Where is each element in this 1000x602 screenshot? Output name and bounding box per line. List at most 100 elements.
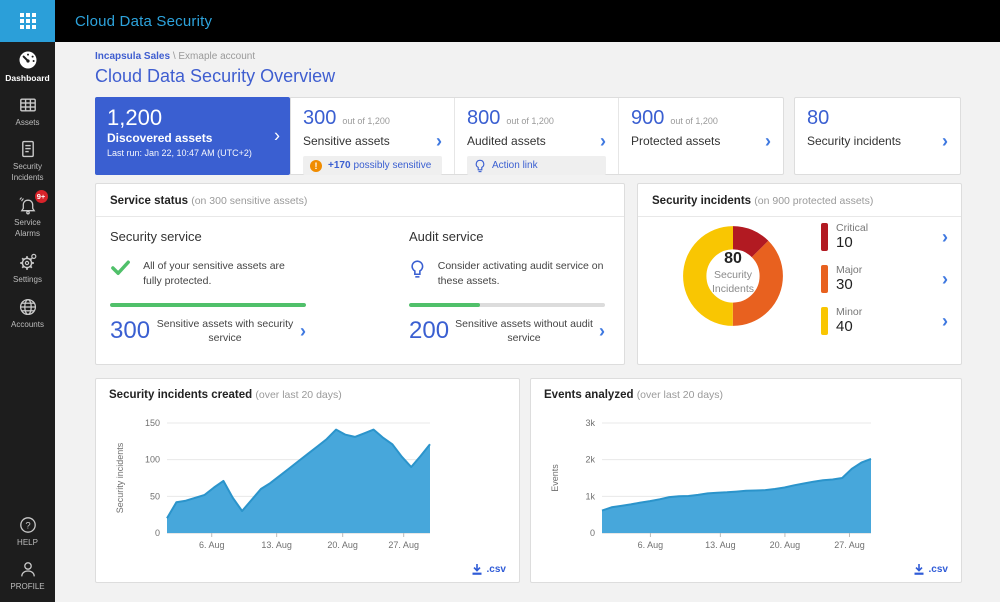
sensitive-label: Sensitive assets [303,134,390,148]
dashboard-gauge-icon [18,50,38,70]
breadcrumb-account-link[interactable]: Incapsula Sales [95,51,170,62]
service-status-header: Service status (on 300 sensitive assets) [96,184,624,207]
svg-text:20. Aug: 20. Aug [770,540,801,550]
possibly-sensitive-badge[interactable]: +170 possibly sensitive [303,156,442,175]
svg-text:13. Aug: 13. Aug [261,540,292,550]
service-status-title: Service status [110,195,188,207]
alarm-count-badge: 9+ [35,190,48,203]
sidebar-item-label: PROFILE [10,582,44,592]
app-launcher-button[interactable] [0,0,55,42]
security-service-count-label: Sensitive assets with security service [150,317,300,345]
sidebar-item-label: Assets [15,118,39,128]
svg-text:13. Aug: 13. Aug [705,540,736,550]
svg-text:Security incidents: Security incidents [115,442,125,513]
discovered-assets-card[interactable]: 1,200 Discovered assets Last run: Jan 22… [95,97,290,175]
chevron-right-icon[interactable] [600,132,606,150]
csv-download-link[interactable]: .csv [471,563,506,575]
incidents-legend: Critical 10 Major 30 Minor [821,222,948,348]
audit-progress-track [409,303,605,307]
sidebar-item-service-alarms[interactable]: 9+ Service Alarms [0,195,55,239]
alarm-bell-icon: 9+ [17,195,39,215]
critical-count: 10 [836,234,942,251]
breadcrumb-current: Exmaple account [178,51,255,62]
sidebar-item-label: Security Incidents [6,162,50,183]
breadcrumb-separator: \ [173,51,176,62]
sidebar-item-dashboard[interactable]: Dashboard [0,50,55,84]
page-title: Cloud Data Security Overview [95,66,962,87]
sidebar-item-label: Service Alarms [8,218,48,239]
security-service-column: Security service All of your sensitive a… [110,229,306,345]
incidents-header: Security incidents (on 900 protected ass… [638,184,961,207]
incidents-chart-title: Security incidents created (over last 20… [109,389,506,401]
action-link[interactable]: Action link [467,156,606,175]
last-run-text: Last run: Jan 22, 10:47 AM (UTC+2) [107,148,278,158]
security-incidents-card[interactable]: 80 Security incidents [794,97,961,175]
lightbulb-icon [409,259,426,279]
security-progress-fill [110,303,306,307]
chevron-right-icon[interactable] [942,312,948,330]
sidebar-item-label: Dashboard [5,73,49,84]
incidents-area-chart: 0501001506. Aug13. Aug20. Aug27. AugSecu… [109,409,505,559]
discovered-label: Discovered assets [107,131,278,145]
sidebar-item-help[interactable]: ? HELP [0,515,55,548]
audit-service-column: Audit service Consider activating audit … [409,229,605,345]
badge-text: possibly sensitive [354,160,432,171]
protected-label: Protected assets [631,134,720,148]
chevron-right-icon[interactable] [436,132,442,150]
security-service-title: Security service [110,229,306,244]
badge-value: +170 [328,160,351,171]
sensitive-assets-card[interactable]: 300 out of 1,200 Sensitive assets +170 p… [291,98,455,174]
csv-label: .csv [929,564,948,575]
chevron-right-icon[interactable] [942,132,948,150]
legend-row-minor[interactable]: Minor 40 [821,306,948,335]
events-analyzed-panel: Events analyzed (over last 20 days) 0 1k 2… [530,378,962,583]
incidents-created-panel: Security incidents created (over last 20… [95,378,520,583]
audit-service-count: 200 [409,317,449,345]
sidebar-item-profile[interactable]: PROFILE [0,559,55,592]
chart-subtitle-text: (over last 20 days) [255,389,341,401]
sidebar-item-accounts[interactable]: Accounts [0,297,55,330]
legend-row-critical[interactable]: Critical 10 [821,222,948,251]
chevron-right-icon[interactable] [942,228,948,246]
sidebar-item-settings[interactable]: Settings [0,252,55,285]
download-icon [913,563,925,575]
sidebar-item-security-incidents[interactable]: Security Incidents [0,139,55,183]
chevron-right-icon[interactable] [300,322,306,340]
incidents-donut-chart: 80 Security Incidents [677,220,789,332]
legend-row-major[interactable]: Major 30 [821,264,948,293]
asset-cards-group: 300 out of 1,200 Sensitive assets +170 p… [290,97,784,175]
help-icon: ? [18,515,38,535]
sensitive-qualifier: out of 1,200 [342,116,390,126]
donut-svg [677,220,789,332]
audited-assets-card[interactable]: 800 out of 1,200 Audited assets Action l… [455,98,619,174]
svg-text:27. Aug: 27. Aug [834,540,865,550]
protected-assets-card[interactable]: 900 out of 1,200 Protected assets [619,98,783,174]
warning-icon [310,160,322,172]
csv-download-link[interactable]: .csv [913,563,948,575]
major-label: Major [836,264,942,276]
incidents-title: Security incidents [652,195,751,207]
sidebar-item-assets[interactable]: Assets [0,95,55,128]
minor-label: Minor [836,306,942,318]
download-icon [471,563,483,575]
chevron-right-icon[interactable] [942,270,948,288]
check-icon [110,259,131,277]
protected-value: 900 [631,107,664,130]
breadcrumb: Incapsula Sales \ Exmaple account [95,51,962,62]
events-chart-title: Events analyzed (over last 20 days) [544,389,948,401]
svg-text:Events: Events [550,464,560,492]
sidebar-item-label: Accounts [11,320,44,330]
security-progress-track [110,303,306,307]
protected-qualifier: out of 1,200 [670,116,718,126]
app-title: Cloud Data Security [75,13,212,30]
chevron-right-icon[interactable] [274,126,280,147]
chart-title-text: Security incidents created [109,389,252,401]
chevron-right-icon[interactable] [765,132,771,150]
svg-text:1k: 1k [585,491,595,501]
svg-text:0: 0 [590,528,595,538]
stats-row: 1,200 Discovered assets Last run: Jan 22… [95,97,962,175]
security-service-count: 300 [110,317,150,345]
chevron-right-icon[interactable] [599,322,605,340]
main-content: Incapsula Sales \ Exmaple account Cloud … [55,42,1000,602]
chart-subtitle-text: (over last 20 days) [637,389,723,401]
